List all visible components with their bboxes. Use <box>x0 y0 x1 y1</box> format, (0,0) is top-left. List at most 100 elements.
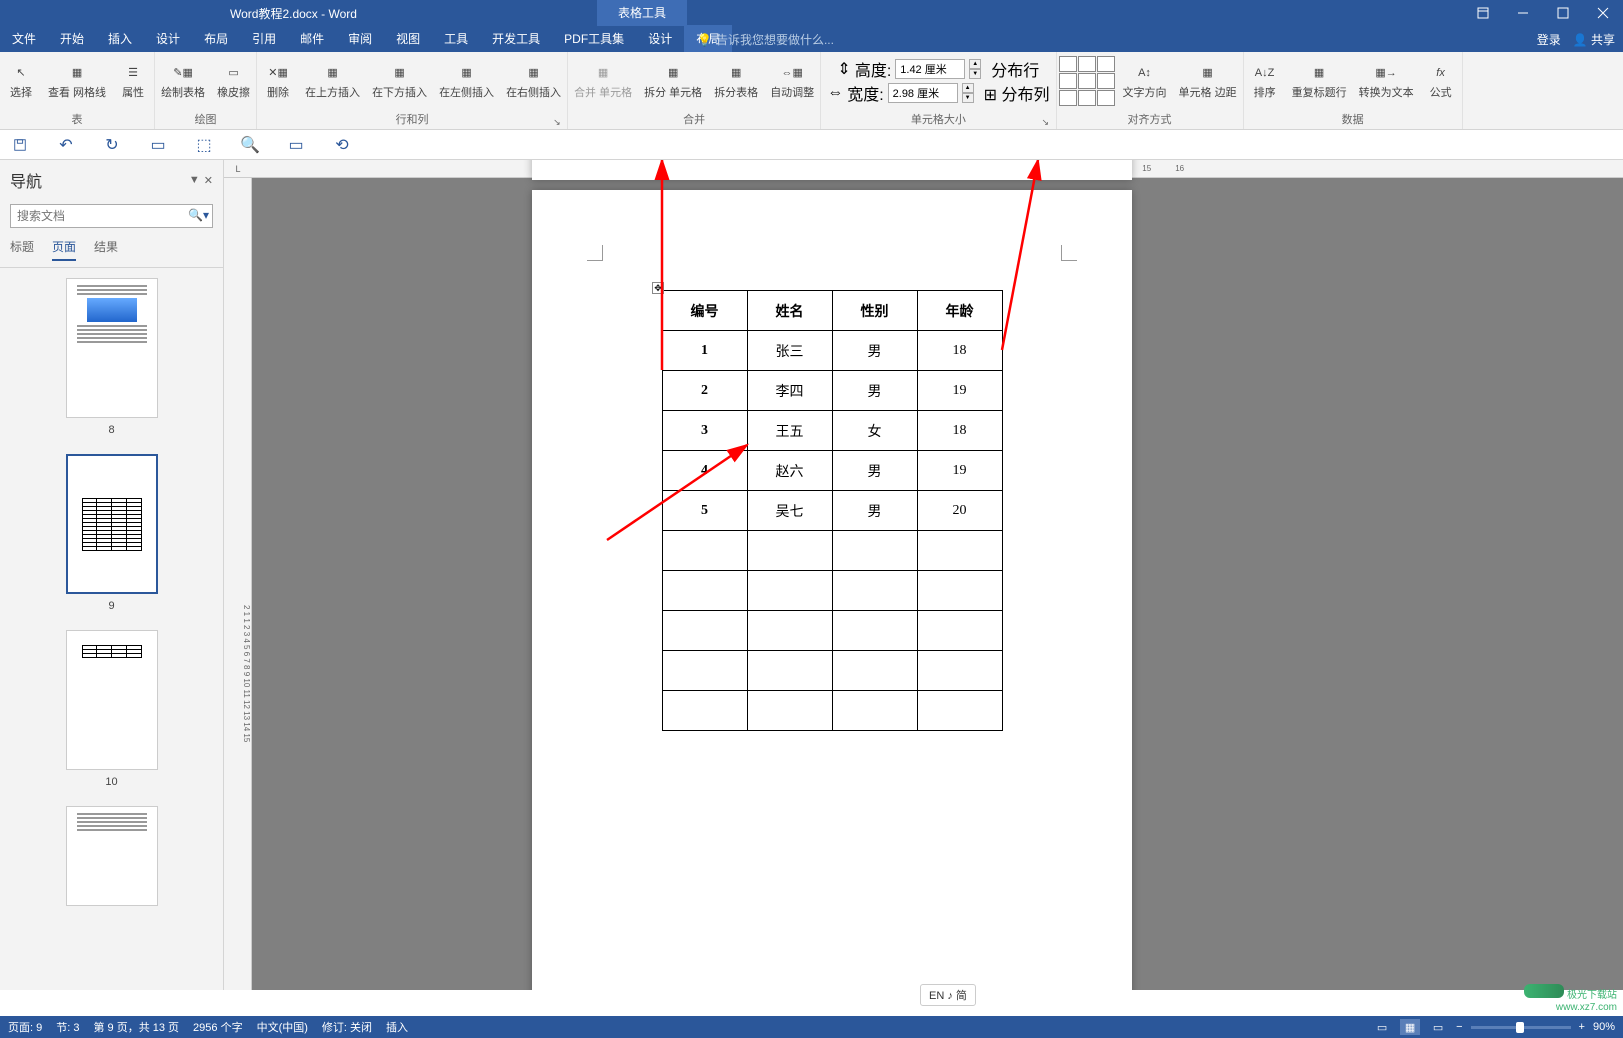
tab-references[interactable]: 引用 <box>240 25 288 52</box>
table-row[interactable]: 3王五女18 <box>662 411 1002 451</box>
table-cell[interactable] <box>747 611 832 651</box>
document-table[interactable]: 编号姓名性别年龄1张三男182李四男193王五女184赵六男195吴七男20 <box>662 290 1003 731</box>
height-up[interactable]: ▲ <box>969 59 981 69</box>
nav-tab-results[interactable]: 结果 <box>94 238 118 261</box>
nav-dropdown-icon[interactable]: ▼ <box>189 174 200 187</box>
table-cell[interactable]: 5 <box>662 491 747 531</box>
table-cell[interactable] <box>832 571 917 611</box>
zoom-in-button[interactable]: + <box>1579 1021 1585 1033</box>
tab-layout[interactable]: 布局 <box>192 25 240 52</box>
align-mc[interactable] <box>1078 73 1096 89</box>
close-button[interactable] <box>1583 0 1623 26</box>
table-row[interactable]: 4赵六男19 <box>662 451 1002 491</box>
view-read-button[interactable]: ▭ <box>1372 1019 1392 1035</box>
table-cell[interactable]: 18 <box>917 411 1002 451</box>
width-up[interactable]: ▲ <box>962 83 974 93</box>
autofit-button[interactable]: ⇔▦自动调整 <box>764 59 820 102</box>
qat-btn-8[interactable]: ⟲ <box>332 135 352 155</box>
table-cell[interactable]: 18 <box>917 331 1002 371</box>
table-header-cell[interactable]: 性别 <box>832 291 917 331</box>
share-button[interactable]: 👤 共享 <box>1573 31 1615 48</box>
qat-btn-5[interactable]: ⬚ <box>194 135 214 155</box>
zoom-out-button[interactable]: − <box>1456 1021 1462 1033</box>
cellsize-dialog-launcher[interactable]: ↘ <box>1042 117 1052 127</box>
table-cell[interactable] <box>747 651 832 691</box>
table-row[interactable] <box>662 611 1002 651</box>
table-cell[interactable] <box>747 531 832 571</box>
view-web-button[interactable]: ▭ <box>1428 1019 1448 1035</box>
tab-file[interactable]: 文件 <box>0 25 48 52</box>
table-cell[interactable]: 女 <box>832 411 917 451</box>
table-cell[interactable] <box>662 691 747 731</box>
table-cell[interactable] <box>832 651 917 691</box>
tab-design[interactable]: 设计 <box>144 25 192 52</box>
table-cell[interactable]: 男 <box>832 331 917 371</box>
formula-button[interactable]: fx公式 <box>1420 59 1462 102</box>
table-cell[interactable] <box>662 611 747 651</box>
select-button[interactable]: ↖选择 <box>0 59 42 102</box>
convert-text-button[interactable]: ▦→转换为文本 <box>1353 59 1420 102</box>
table-row[interactable] <box>662 691 1002 731</box>
table-cell[interactable]: 19 <box>917 451 1002 491</box>
tab-tools[interactable]: 工具 <box>432 25 480 52</box>
thumbnail-8[interactable] <box>66 278 158 418</box>
width-down[interactable]: ▼ <box>962 93 974 103</box>
table-cell[interactable]: 4 <box>662 451 747 491</box>
eraser-button[interactable]: ▭橡皮擦 <box>211 59 256 102</box>
thumbnail-9[interactable] <box>66 454 158 594</box>
status-words[interactable]: 2956 个字 <box>193 1019 243 1035</box>
minimize-button[interactable] <box>1503 0 1543 26</box>
distribute-cols-button[interactable]: ⊞ 分布列 <box>984 81 1050 105</box>
table-cell[interactable] <box>662 571 747 611</box>
height-input[interactable] <box>895 59 965 79</box>
ribbon-options-button[interactable] <box>1463 0 1503 26</box>
insert-left-button[interactable]: ▦在左侧插入 <box>433 59 500 102</box>
tab-home[interactable]: 开始 <box>48 25 96 52</box>
table-cell[interactable]: 19 <box>917 371 1002 411</box>
login-button[interactable]: 登录 <box>1537 31 1561 48</box>
delete-button[interactable]: ✕▦删除 <box>257 59 299 102</box>
maximize-button[interactable] <box>1543 0 1583 26</box>
tab-table-design[interactable]: 设计 <box>636 25 684 52</box>
qat-btn-4[interactable]: ▭ <box>148 135 168 155</box>
qat-btn-7[interactable]: ▭ <box>286 135 306 155</box>
nav-tab-pages[interactable]: 页面 <box>52 238 76 261</box>
table-cell[interactable]: 2 <box>662 371 747 411</box>
table-cell[interactable] <box>662 651 747 691</box>
zoom-level[interactable]: 90% <box>1593 1021 1615 1033</box>
table-cell[interactable] <box>917 651 1002 691</box>
merge-cells-button[interactable]: ▦合并 单元格 <box>568 59 638 102</box>
table-move-handle[interactable]: ✥ <box>652 282 664 294</box>
undo-button[interactable]: ↶ <box>56 135 76 155</box>
cell-margins-button[interactable]: ▦单元格 边距 <box>1173 59 1243 102</box>
table-cell[interactable]: 3 <box>662 411 747 451</box>
table-cell[interactable] <box>747 571 832 611</box>
align-ml[interactable] <box>1059 73 1077 89</box>
table-cell[interactable]: 张三 <box>747 331 832 371</box>
view-gridlines-button[interactable]: ▦查看 网格线 <box>42 59 112 102</box>
table-cell[interactable] <box>747 691 832 731</box>
status-revision[interactable]: 修订: 关闭 <box>322 1019 372 1035</box>
nav-tab-headings[interactable]: 标题 <box>10 238 34 261</box>
table-cell[interactable]: 男 <box>832 371 917 411</box>
status-section[interactable]: 节: 3 <box>56 1019 79 1035</box>
table-cell[interactable] <box>917 691 1002 731</box>
table-cell[interactable] <box>917 611 1002 651</box>
ruler-corner[interactable]: L <box>224 160 252 178</box>
table-row[interactable]: 2李四男19 <box>662 371 1002 411</box>
table-header-cell[interactable]: 编号 <box>662 291 747 331</box>
status-page[interactable]: 页面: 9 <box>8 1019 42 1035</box>
qat-btn-6[interactable]: 🔍 <box>240 135 260 155</box>
tab-review[interactable]: 审阅 <box>336 25 384 52</box>
table-cell[interactable]: 王五 <box>747 411 832 451</box>
split-cells-button[interactable]: ▦拆分 单元格 <box>638 59 708 102</box>
table-cell[interactable] <box>832 611 917 651</box>
repeat-header-button[interactable]: ▦重复标题行 <box>1286 59 1353 102</box>
thumbnail-11[interactable] <box>66 806 158 906</box>
document-area[interactable]: 54321 12345678910111213141516 8 ✥ 编号姓名性别… <box>252 160 1623 990</box>
table-cell[interactable] <box>662 531 747 571</box>
draw-table-button[interactable]: ✎▦绘制表格 <box>155 59 211 102</box>
table-row[interactable]: 1张三男18 <box>662 331 1002 371</box>
nav-close-button[interactable]: ✕ <box>204 174 213 187</box>
align-br[interactable] <box>1097 90 1115 106</box>
